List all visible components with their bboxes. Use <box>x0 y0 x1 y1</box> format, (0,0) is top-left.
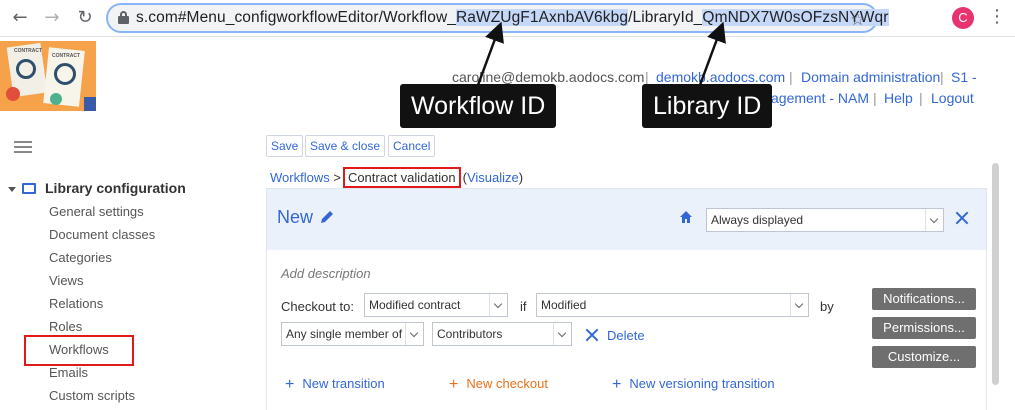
chevron-down-icon <box>405 323 423 345</box>
display-select[interactable]: Always displayed <box>706 208 944 232</box>
cancel-button[interactable]: Cancel <box>388 135 436 157</box>
url-part: /LibraryId_ <box>628 9 703 26</box>
url-workflow-id: RaWZUgF1AxnbAV6kbg <box>455 9 629 26</box>
checkout-select-value: Modified contract <box>369 298 461 312</box>
chevron-down-icon <box>925 209 943 231</box>
permissions-button[interactable]: Permissions... <box>872 317 976 339</box>
by-label: by <box>820 299 834 314</box>
plus-icon: + <box>612 376 622 393</box>
domain-link[interactable]: demokb.aodocs.com <box>656 69 785 85</box>
library-id-callout: Library ID <box>642 84 773 128</box>
address-bar[interactable]: s.com#Menu_configworkflowEditor/Workflow… <box>106 3 889 33</box>
pencil-icon[interactable] <box>319 209 335 225</box>
plus-icon: + <box>449 376 459 393</box>
sidebar-item-categories[interactable]: Categories <box>49 250 112 265</box>
help-link[interactable]: Help <box>884 90 913 106</box>
checkout-label: Checkout to: <box>281 299 354 314</box>
forward-arrow-icon[interactable]: → <box>40 6 64 30</box>
browser-toolbar: ← → ↻ s.com#Menu_configworkflowEditor/Wo… <box>0 0 1015 37</box>
separator: | <box>645 69 649 85</box>
sidebar-item-emails[interactable]: Emails <box>49 365 88 380</box>
home-icon <box>680 211 692 223</box>
condition-select[interactable]: Modified <box>536 293 809 317</box>
sidebar-item-general-settings[interactable]: General settings <box>49 204 144 219</box>
new-transition-link[interactable]: + New transition <box>285 376 385 394</box>
visualize-link[interactable]: Visualize <box>467 170 519 185</box>
management-link[interactable]: agement - NAM <box>771 90 869 106</box>
separator: | <box>789 69 793 85</box>
state-header: New Always displayed <box>267 189 986 250</box>
save-button[interactable]: Save <box>266 135 304 157</box>
breadcrumb-workflows-link[interactable]: Workflows <box>270 170 330 185</box>
workflows-highlight-box <box>24 335 134 366</box>
new-transition-label: New transition <box>302 376 385 391</box>
member-select[interactable]: Any single member of <box>281 322 424 346</box>
if-label: if <box>520 299 527 314</box>
lock-icon <box>118 11 129 24</box>
paren-close: ) <box>518 170 524 185</box>
new-checkout-link[interactable]: + New checkout <box>449 376 548 394</box>
delete-link[interactable]: Delete <box>607 328 645 343</box>
role-select-value: Contributors <box>437 327 503 341</box>
chevron-down-icon <box>553 323 571 345</box>
breadcrumb-current: Contract validation <box>342 167 461 188</box>
delete-x-icon[interactable] <box>585 328 599 342</box>
workflow-id-callout: Workflow ID <box>400 84 557 128</box>
new-checkout-label: New checkout <box>466 376 548 391</box>
logo-text: CONTRACT <box>52 53 81 59</box>
condition-select-value: Modified <box>541 298 587 312</box>
member-select-value: Any single member of <box>286 327 403 341</box>
sidebar-item-roles[interactable]: Roles <box>49 319 82 334</box>
domain-admin-link[interactable]: Domain administration <box>801 69 940 85</box>
workflow-state-panel: New Always displayed Add description Che… <box>266 188 987 410</box>
section-title: Library configuration <box>45 180 186 196</box>
role-select[interactable]: Contributors <box>432 322 572 346</box>
sidebar-item-custom-scripts[interactable]: Custom scripts <box>49 388 135 403</box>
notifications-button[interactable]: Notifications... <box>872 288 976 310</box>
url-part: s.com#Menu_configworkflowEditor/Workflow… <box>136 9 456 26</box>
new-versioning-transition-link[interactable]: + New versioning transition <box>612 376 775 394</box>
caret-down-icon <box>8 186 16 192</box>
folder-icon <box>22 183 36 194</box>
save-close-button[interactable]: Save & close <box>305 135 386 157</box>
breadcrumb-separator: > <box>333 170 341 185</box>
plus-icon: + <box>285 376 295 393</box>
customize-button[interactable]: Customize... <box>872 346 976 368</box>
separator: | <box>873 90 877 106</box>
sidebar-item-views[interactable]: Views <box>49 273 83 288</box>
sidebar-item-relations[interactable]: Relations <box>49 296 103 311</box>
chevron-down-icon <box>489 294 507 316</box>
bookmark-star-icon[interactable]: ☆ <box>850 10 865 30</box>
url-text: s.com#Menu_configworkflowEditor/Workflow… <box>136 9 889 27</box>
add-description[interactable]: Add description <box>281 266 371 281</box>
display-select-value: Always displayed <box>711 213 804 227</box>
page-scrollbar[interactable] <box>992 163 999 385</box>
checkout-select[interactable]: Modified contract <box>364 293 508 317</box>
library-configuration-section[interactable]: Library configuration <box>8 180 186 196</box>
app-logo: CONTRACT CONTRACT <box>0 41 96 111</box>
browser-menu-icon[interactable]: ⋮ <box>988 6 1006 27</box>
separator: | <box>940 69 944 85</box>
separator: | <box>919 90 923 106</box>
close-icon[interactable] <box>955 211 969 225</box>
back-arrow-icon[interactable]: ← <box>8 6 32 30</box>
sidebar-item-document-classes[interactable]: Document classes <box>49 227 155 242</box>
chevron-down-icon <box>790 294 808 316</box>
s1-link[interactable]: S1 - <box>951 69 977 85</box>
logout-link[interactable]: Logout <box>931 90 974 106</box>
breadcrumb: Workflows > Contract validation (Visualize… <box>270 167 523 188</box>
hamburger-menu-icon[interactable] <box>14 141 32 153</box>
user-email: caroline@demokb.aodocs.com <box>452 69 645 85</box>
reload-icon[interactable]: ↻ <box>73 6 97 30</box>
profile-avatar[interactable]: C <box>952 7 974 29</box>
state-title: New <box>277 207 314 227</box>
new-versioning-transition-label: New versioning transition <box>629 376 775 391</box>
logo-text: CONTRACT <box>14 48 43 54</box>
